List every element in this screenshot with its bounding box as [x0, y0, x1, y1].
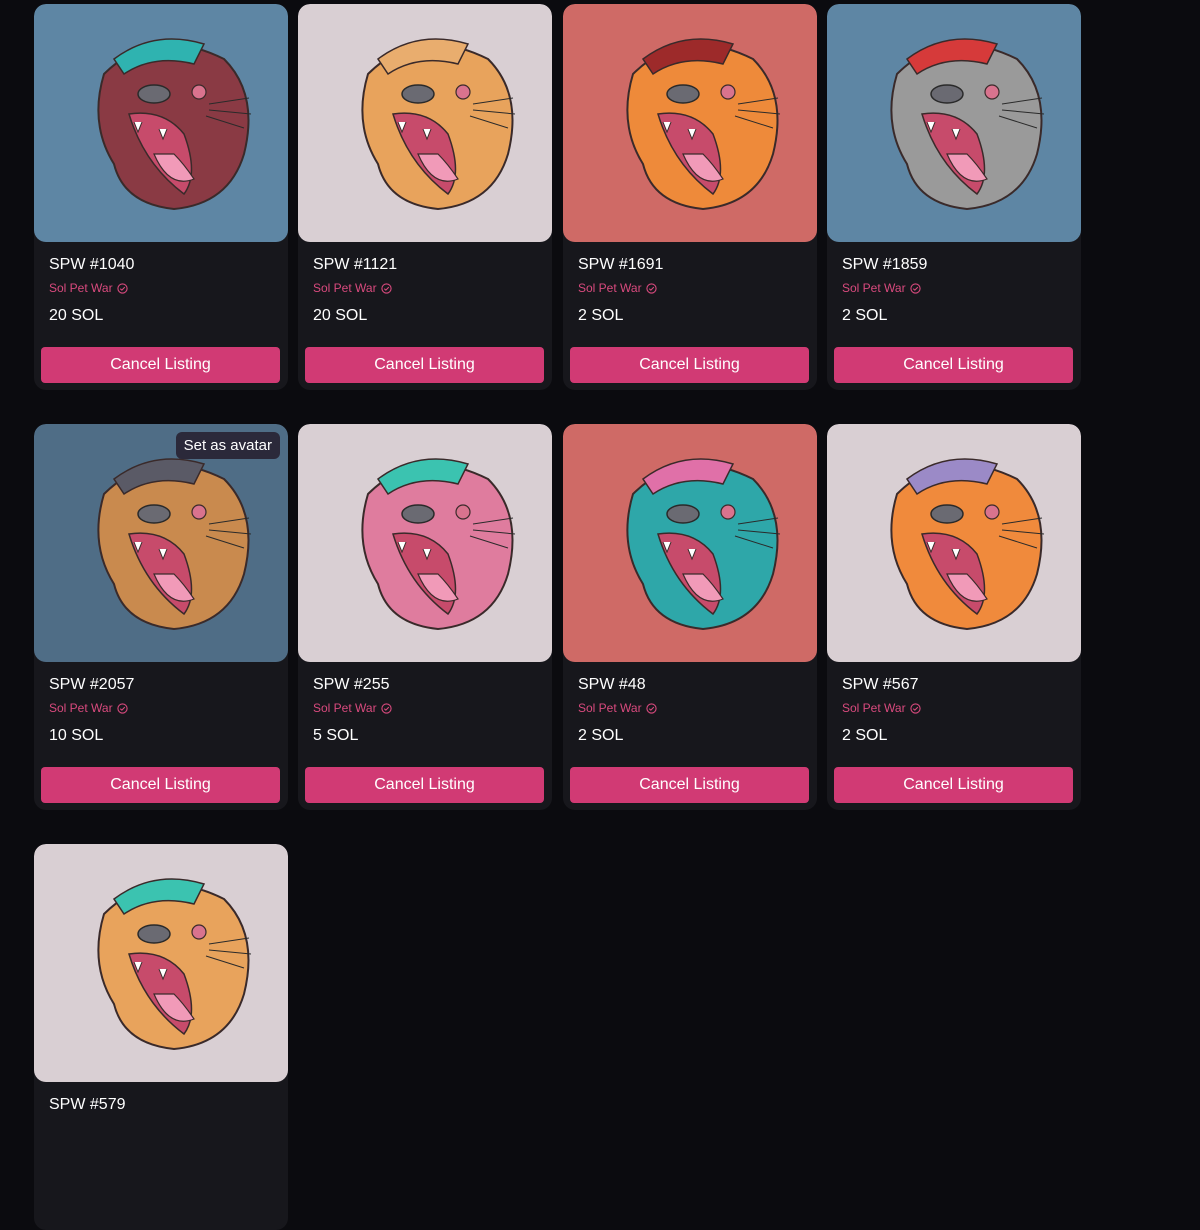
collection-link[interactable]: Sol Pet War	[842, 701, 921, 715]
listings-grid: SPW #1040 Sol Pet War 20 SOL Cancel List…	[0, 0, 1200, 1230]
collection-link[interactable]: Sol Pet War	[49, 701, 128, 715]
nft-price: 20 SOL	[49, 307, 104, 324]
nft-title: SPW #2057	[49, 676, 135, 693]
verified-check-icon	[116, 702, 128, 714]
listing-card[interactable]: SPW #1040 Sol Pet War 20 SOL Cancel List…	[34, 4, 288, 390]
set-as-avatar-button[interactable]: Set as avatar	[175, 432, 280, 459]
listing-card[interactable]: SPW #1859 Sol Pet War 2 SOL Cancel Listi…	[827, 4, 1081, 390]
nft-image[interactable]	[827, 4, 1081, 242]
nft-image[interactable]	[34, 424, 288, 662]
cancel-listing-button[interactable]: Cancel Listing	[570, 347, 809, 383]
nft-title: SPW #255	[313, 676, 390, 693]
cancel-listing-button[interactable]: Cancel Listing	[305, 767, 544, 803]
collection-name: Sol Pet War	[842, 281, 906, 295]
nft-image[interactable]	[298, 424, 552, 662]
nft-title: SPW #1121	[313, 256, 398, 273]
cancel-listing-button[interactable]: Cancel Listing	[305, 347, 544, 383]
cancel-listing-button[interactable]: Cancel Listing	[570, 767, 809, 803]
collection-link[interactable]: Sol Pet War	[842, 281, 921, 295]
nft-price: 2 SOL	[578, 727, 624, 744]
verified-check-icon	[116, 282, 128, 294]
nft-image[interactable]	[298, 4, 552, 242]
nft-price: 2 SOL	[578, 307, 624, 324]
collection-link[interactable]: Sol Pet War	[578, 701, 657, 715]
cancel-listing-button[interactable]: Cancel Listing	[834, 347, 1073, 383]
nft-price: 5 SOL	[313, 727, 359, 744]
nft-price: 20 SOL	[313, 307, 368, 324]
nft-title: SPW #1691	[578, 256, 664, 273]
nft-title: SPW #579	[49, 1096, 126, 1113]
verified-check-icon	[645, 702, 657, 714]
listing-card[interactable]: SPW #567 Sol Pet War 2 SOL Cancel Listin…	[827, 424, 1081, 810]
collection-name: Sol Pet War	[49, 281, 113, 295]
cancel-listing-button[interactable]: Cancel Listing	[41, 767, 280, 803]
nft-title: SPW #48	[578, 676, 646, 693]
listing-card[interactable]: Set as avatar SPW #2057 Sol Pet War 10 S…	[34, 424, 288, 810]
listing-card[interactable]: SPW #1121 Sol Pet War 20 SOL Cancel List…	[298, 4, 552, 390]
nft-price: 10 SOL	[49, 727, 104, 744]
nft-image[interactable]	[563, 4, 817, 242]
listing-card[interactable]: SPW #579	[34, 844, 288, 1230]
nft-title: SPW #1040	[49, 256, 135, 273]
verified-check-icon	[909, 702, 921, 714]
nft-image[interactable]	[563, 424, 817, 662]
verified-check-icon	[380, 702, 392, 714]
collection-link[interactable]: Sol Pet War	[313, 701, 392, 715]
nft-image[interactable]	[34, 4, 288, 242]
collection-name: Sol Pet War	[842, 701, 906, 715]
listing-card[interactable]: SPW #48 Sol Pet War 2 SOL Cancel Listing	[563, 424, 817, 810]
collection-name: Sol Pet War	[313, 281, 377, 295]
nft-image[interactable]	[34, 844, 288, 1082]
nft-image[interactable]	[827, 424, 1081, 662]
nft-price: 2 SOL	[842, 727, 888, 744]
verified-check-icon	[645, 282, 657, 294]
collection-name: Sol Pet War	[578, 281, 642, 295]
collection-name: Sol Pet War	[313, 701, 377, 715]
verified-check-icon	[909, 282, 921, 294]
collection-name: Sol Pet War	[49, 701, 113, 715]
cancel-listing-button[interactable]: Cancel Listing	[834, 767, 1073, 803]
cancel-listing-button[interactable]: Cancel Listing	[41, 347, 280, 383]
nft-title: SPW #1859	[842, 256, 928, 273]
collection-link[interactable]: Sol Pet War	[313, 281, 392, 295]
verified-check-icon	[380, 282, 392, 294]
collection-link[interactable]: Sol Pet War	[578, 281, 657, 295]
collection-link[interactable]: Sol Pet War	[49, 281, 128, 295]
listing-card[interactable]: SPW #1691 Sol Pet War 2 SOL Cancel Listi…	[563, 4, 817, 390]
collection-name: Sol Pet War	[578, 701, 642, 715]
nft-title: SPW #567	[842, 676, 919, 693]
listing-card[interactable]: SPW #255 Sol Pet War 5 SOL Cancel Listin…	[298, 424, 552, 810]
nft-price: 2 SOL	[842, 307, 888, 324]
